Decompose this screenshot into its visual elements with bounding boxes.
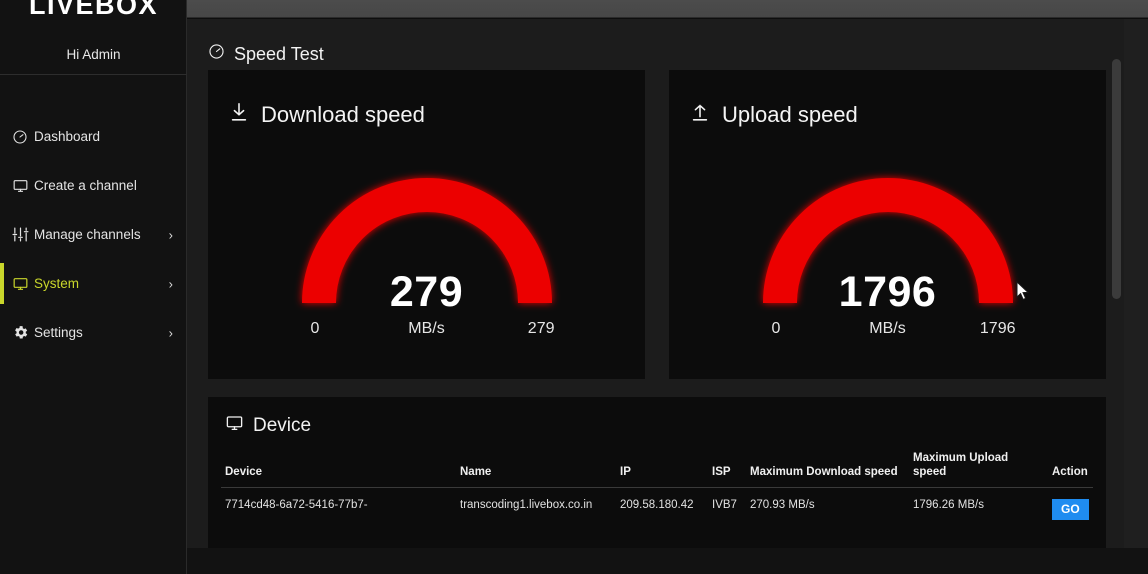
monitor-icon xyxy=(225,414,244,438)
download-speed-title: Download speed xyxy=(228,101,425,129)
download-speed-card: Download speed 279 0 MB/s 279 xyxy=(208,70,645,379)
speed-cards: Download speed 279 0 MB/s 279 Upload spe… xyxy=(208,70,1106,379)
download-gauge-scale: 0 MB/s 279 xyxy=(287,320,567,346)
download-gauge-unit: MB/s xyxy=(408,320,445,337)
upload-gauge-scale: 0 MB/s 1796 xyxy=(748,320,1028,346)
brand-logo-text: LIVEBOX xyxy=(28,0,159,20)
download-speed-title-text: Download speed xyxy=(261,102,425,127)
upload-speed-value: 1796 xyxy=(838,268,937,316)
chevron-right-icon[interactable]: › xyxy=(169,277,173,290)
upload-gauge-max: 1796 xyxy=(979,320,1016,337)
sidebar-item-label: Dashboard xyxy=(34,129,101,144)
upload-speed-card: Upload speed 1796 0 MB/s 1796 xyxy=(669,70,1106,379)
upload-gauge-wrap: 1796 0 MB/s 1796 xyxy=(669,162,1106,346)
main-content: Speed Test Download speed 279 0 MB/s 279… xyxy=(187,19,1124,548)
sidebar-item-system[interactable]: System › xyxy=(0,259,187,308)
go-button[interactable]: GO xyxy=(1052,498,1089,520)
speedometer-icon xyxy=(208,43,225,65)
sidebar-item-label: Manage channels xyxy=(34,227,141,242)
cell-device-isp: IVB7 xyxy=(712,498,737,511)
sidebar-item-settings[interactable]: Settings › xyxy=(0,308,187,357)
chevron-right-icon[interactable]: › xyxy=(169,326,173,339)
column-header-max-upload-speed: Maximum Upload speed xyxy=(909,451,1048,488)
speedometer-icon xyxy=(12,128,34,146)
browser-chrome-inner xyxy=(187,0,1148,17)
column-header-device: Device xyxy=(221,451,456,488)
device-panel: Device Device Name IP ISP Maximum Downlo… xyxy=(208,397,1106,548)
sidebar-nav: Dashboard Create a channel Manage channe… xyxy=(0,112,187,357)
table-header-row: Device Name IP ISP Maximum Download spee… xyxy=(221,451,1093,488)
column-header-action: Action xyxy=(1048,451,1093,488)
cell-device-name: transcoding1.livebox.co.in xyxy=(460,498,593,511)
column-header-isp: ISP xyxy=(708,451,746,488)
browser-chrome-bar xyxy=(187,0,1148,18)
sidebar: LIVEBOX Hi Admin Dashboard Create a chan… xyxy=(0,0,187,574)
upload-speed-title: Upload speed xyxy=(689,101,858,129)
column-header-ip: IP xyxy=(616,451,708,488)
table-row: 7714cd48-6a72-5416-77b7- transcoding1.li… xyxy=(221,487,1093,520)
content-right-edge xyxy=(1124,19,1148,548)
download-gauge-wrap: 279 0 MB/s 279 xyxy=(208,162,645,346)
monitor-icon xyxy=(12,275,34,293)
sidebar-divider xyxy=(0,74,187,75)
sidebar-item-manage-channels[interactable]: Manage channels › xyxy=(0,210,187,259)
content-bottom-strip xyxy=(187,548,1148,574)
page-title: Speed Test xyxy=(208,43,324,65)
download-arrow-icon xyxy=(228,101,250,129)
brand-logo[interactable]: LIVEBOX xyxy=(0,0,187,22)
app-screen: LIVEBOX Hi Admin Dashboard Create a chan… xyxy=(0,0,1148,574)
content-scrollbar-track[interactable] xyxy=(1109,19,1124,548)
device-section-title: Device xyxy=(225,414,311,438)
cell-max-upload-speed: 1796.26 MB/s xyxy=(913,498,984,511)
sidebar-item-label: Settings xyxy=(34,325,83,340)
download-gauge: 279 xyxy=(287,162,567,316)
sidebar-item-dashboard[interactable]: Dashboard xyxy=(0,112,187,161)
cell-device-ip: 209.58.180.42 xyxy=(620,498,694,511)
user-greeting: Hi Admin xyxy=(0,34,187,74)
cell-max-download-speed: 270.93 MB/s xyxy=(750,498,815,511)
content-scrollbar-thumb[interactable] xyxy=(1112,59,1121,299)
sidebar-item-label: Create a channel xyxy=(34,178,137,193)
download-speed-value: 279 xyxy=(389,268,464,316)
user-greeting-text: Hi Admin xyxy=(66,46,121,62)
column-header-name: Name xyxy=(456,451,616,488)
mouse-cursor xyxy=(1016,280,1030,301)
download-gauge-max: 279 xyxy=(527,320,555,337)
column-header-max-download-speed: Maximum Download speed xyxy=(746,451,909,488)
page-title-text: Speed Test xyxy=(234,43,324,64)
cell-action: GO xyxy=(1048,487,1093,520)
upload-speed-title-text: Upload speed xyxy=(722,102,858,127)
sidebar-item-create-a-channel[interactable]: Create a channel xyxy=(0,161,187,210)
device-table: Device Name IP ISP Maximum Download spee… xyxy=(221,451,1093,520)
sliders-icon xyxy=(12,226,34,244)
upload-arrow-icon xyxy=(689,101,711,129)
gear-icon xyxy=(12,324,34,342)
device-section-title-text: Device xyxy=(253,415,312,436)
upload-gauge: 1796 xyxy=(748,162,1028,316)
sidebar-item-label: System xyxy=(34,276,80,291)
monitor-icon xyxy=(12,177,34,195)
chevron-right-icon[interactable]: › xyxy=(169,228,173,241)
cell-device-id: 7714cd48-6a72-5416-77b7- xyxy=(225,498,368,511)
